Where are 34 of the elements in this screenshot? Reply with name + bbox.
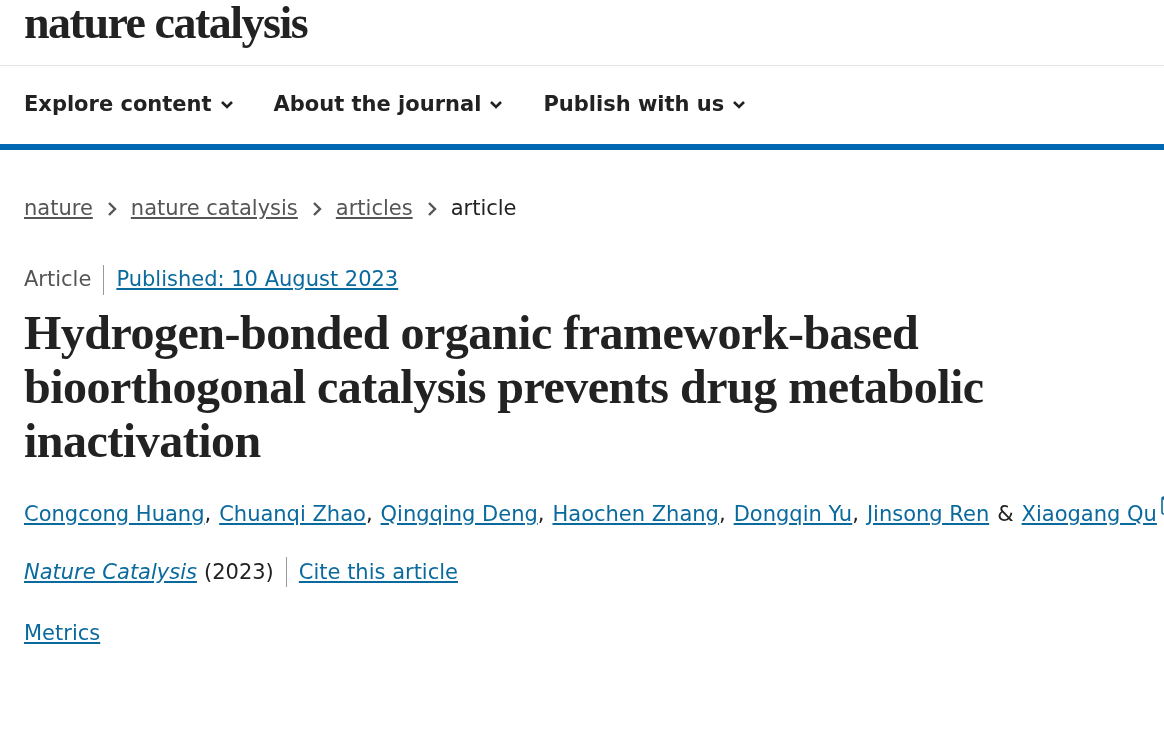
article-type: Article bbox=[24, 266, 92, 293]
chevron-icon bbox=[106, 202, 117, 216]
chevron-icon bbox=[311, 202, 322, 216]
chevron-icon bbox=[732, 100, 747, 110]
breadcrumb-current: article bbox=[450, 195, 517, 223]
author-link[interactable]: Dongqin Yu bbox=[733, 501, 853, 526]
cite-link[interactable]: Cite this article bbox=[298, 556, 458, 588]
published-date-link[interactable]: Published: 10 August 2023 bbox=[116, 264, 399, 296]
author-separator: , bbox=[537, 501, 545, 526]
nav-menu-button[interactable]: Explore content bbox=[24, 89, 234, 121]
chevron-icon bbox=[489, 100, 504, 110]
publication-year: (2023) bbox=[203, 558, 274, 586]
metrics-link[interactable]: Metrics bbox=[24, 621, 101, 645]
author-separator: , bbox=[365, 501, 373, 526]
author-link[interactable]: Jinsong Ren bbox=[866, 501, 990, 526]
author-link[interactable]: Qingqing Deng bbox=[380, 501, 538, 526]
author-separator: , bbox=[204, 501, 212, 526]
breadcrumb-link[interactable]: nature bbox=[24, 193, 93, 225]
journal-logo[interactable]: nature catalysis bbox=[24, 0, 308, 46]
journal-link[interactable]: Nature Catalysis bbox=[24, 556, 197, 588]
nav-menu-button[interactable]: Publish with us bbox=[543, 89, 747, 121]
author-link[interactable]: Haochen Zhang bbox=[552, 501, 719, 526]
breadcrumb-link[interactable]: articles bbox=[335, 193, 413, 225]
author-link[interactable]: Congcong Huang bbox=[24, 501, 205, 526]
author-separator: & bbox=[997, 501, 1014, 526]
chevron-icon bbox=[426, 202, 437, 216]
author-link[interactable]: Chuanqi Zhao bbox=[219, 501, 366, 526]
author-link[interactable]: Xiaogang Qu bbox=[1021, 501, 1157, 526]
nav-menu-button[interactable]: About the journal bbox=[273, 89, 504, 121]
author-separator: , bbox=[718, 501, 726, 526]
breadcrumb-link[interactable]: nature catalysis bbox=[130, 193, 298, 225]
chevron-icon bbox=[219, 100, 234, 110]
author-separator: , bbox=[852, 501, 859, 526]
article-title: Hydrogen-bonded organic framework-based bioorthogonal catalysis prevents drug metabolic inactivation bbox=[23, 305, 985, 468]
